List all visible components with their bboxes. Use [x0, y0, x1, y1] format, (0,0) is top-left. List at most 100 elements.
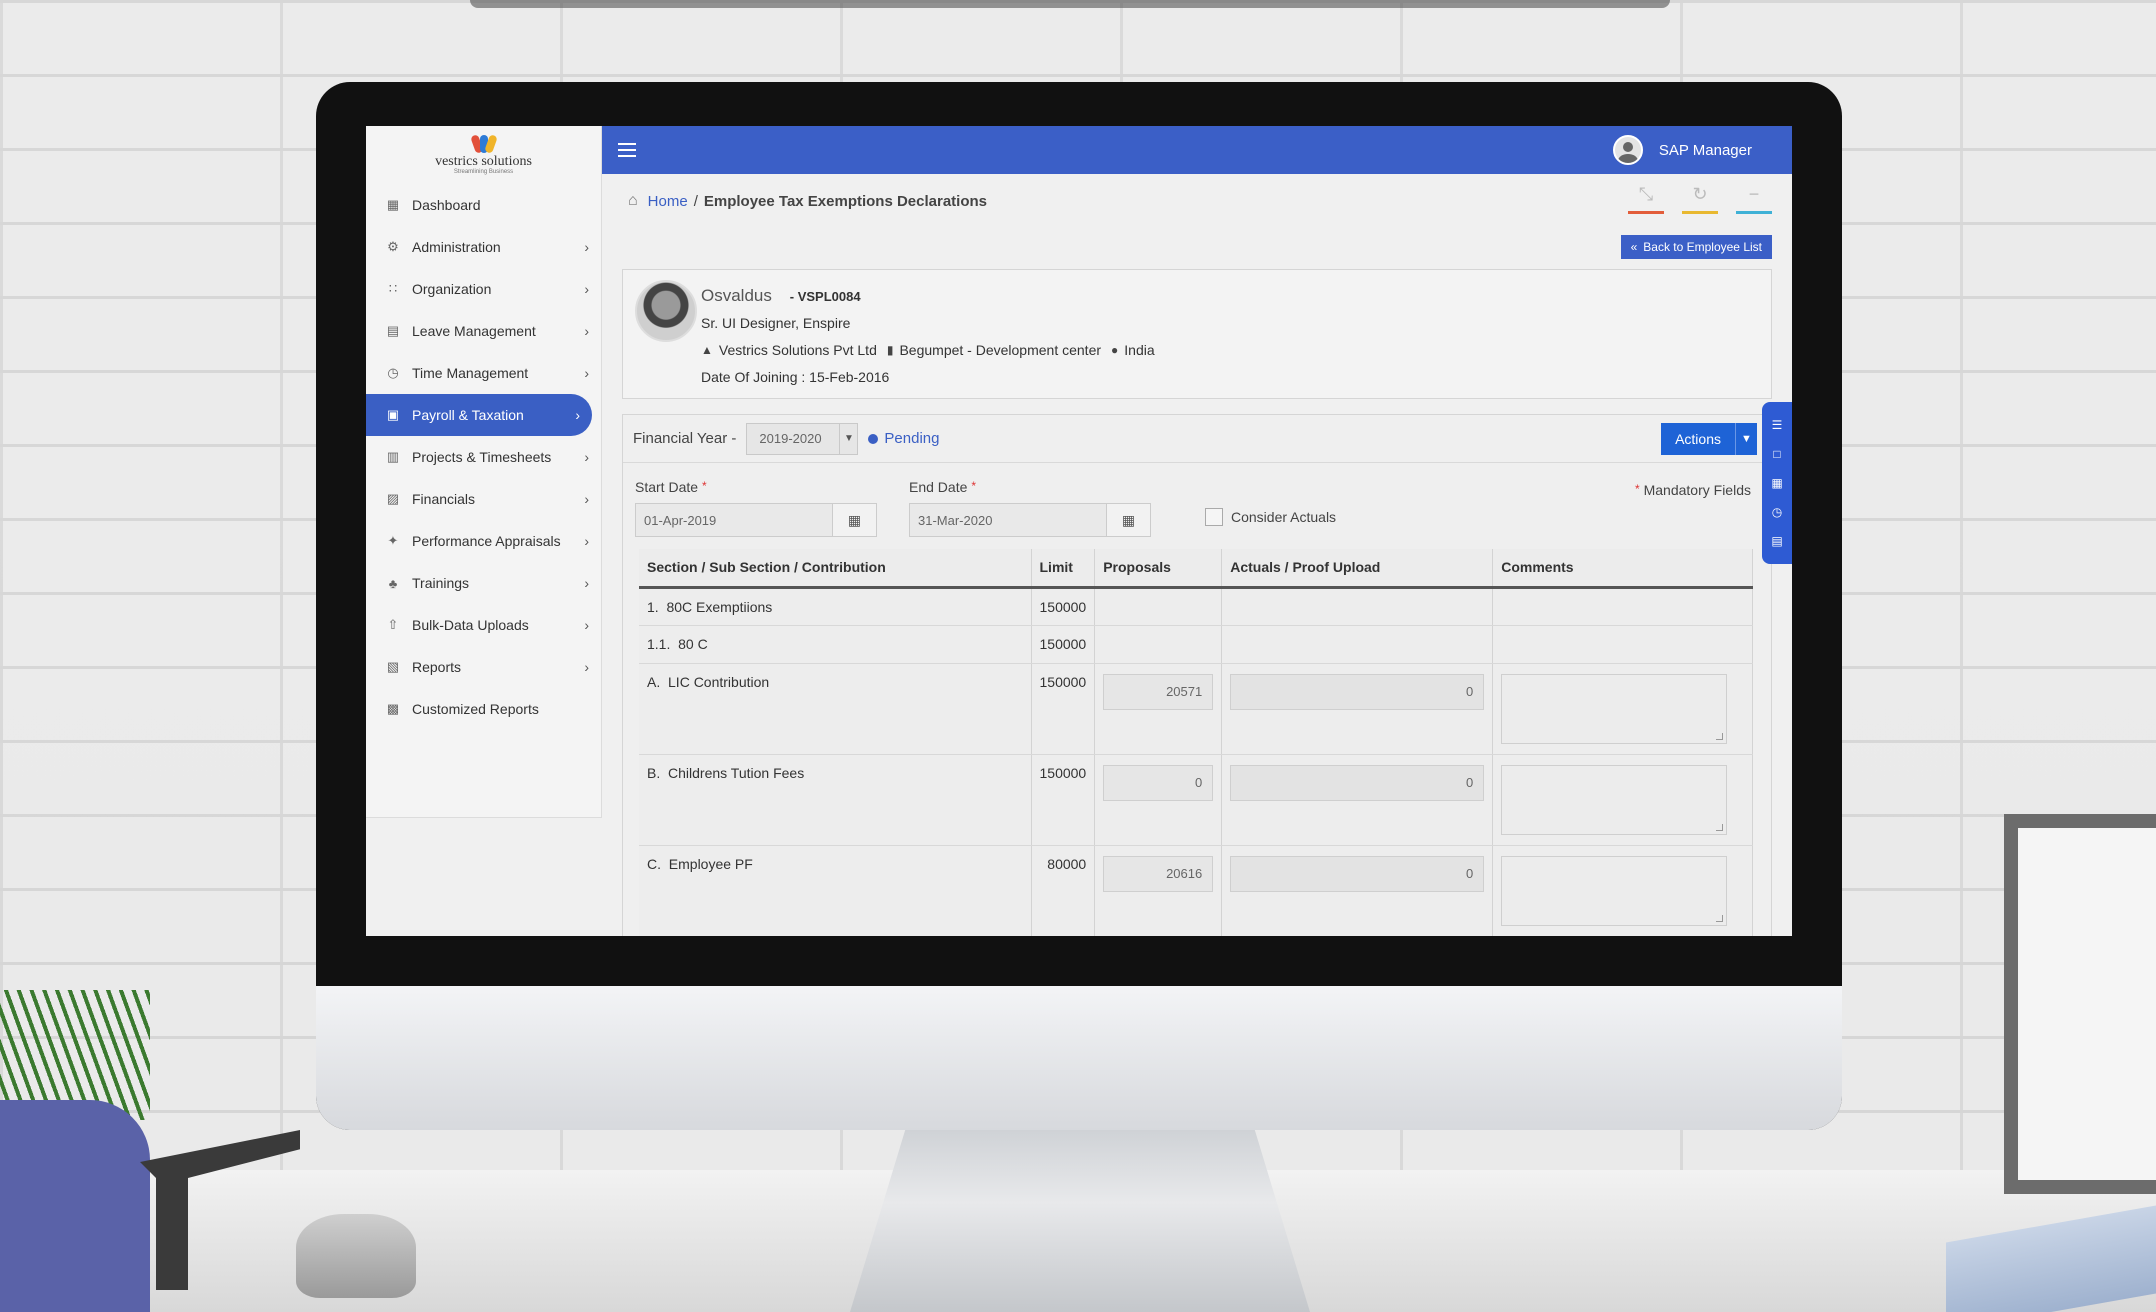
dashboard-icon: ▦ [386, 197, 400, 212]
table-row: B. Childrens Tution Fees 150000 0 0 [639, 754, 1753, 846]
comment-cell [1492, 587, 1753, 626]
status-dot-icon [868, 433, 879, 444]
reports-icon: ▧ [386, 659, 400, 674]
sidebar-item-organization[interactable]: ∷ Organization › [366, 268, 601, 310]
end-date-value: 31-Mar-2020 [918, 512, 993, 528]
document-icon[interactable]: □ [1773, 447, 1780, 461]
financials-icon: ▨ [386, 491, 400, 506]
proposal-input[interactable]: 20571 [1103, 673, 1214, 710]
header-limit: Limit [1031, 549, 1096, 589]
plant-pot [0, 1100, 150, 1312]
actual-input[interactable]: 0 [1230, 764, 1485, 801]
calendar-icon[interactable]: ▦ [832, 504, 876, 536]
comment-textarea[interactable] [1501, 673, 1728, 744]
row-label: Employee PF [668, 855, 753, 872]
refresh-icon[interactable]: ↻ [1682, 184, 1718, 214]
building-icon: ▮ [886, 343, 894, 357]
financial-year-select[interactable]: 2019-2020 ▼ [746, 422, 859, 455]
table-row: A. LIC Contribution 150000 20571 0 [639, 663, 1753, 755]
brand-logo[interactable]: vestrics solutions Streamlining Business [366, 126, 601, 184]
sidebar-item-time-management[interactable]: ◷ Time Management › [366, 352, 601, 394]
chevron-down-icon: ▼ [839, 423, 857, 454]
proposal-cell [1094, 587, 1223, 626]
collapse-icon[interactable]: − [1736, 184, 1772, 214]
row-number: 1.1. [647, 635, 671, 652]
comment-textarea[interactable] [1501, 855, 1728, 926]
status-text: Pending [884, 430, 940, 447]
proposal-cell: 20616 [1094, 845, 1223, 936]
back-to-employee-list-button[interactable]: « Back to Employee List [1620, 235, 1772, 259]
sidebar-item-reports[interactable]: ▧ Reports › [366, 646, 601, 688]
sidebar-item-leave-management[interactable]: ▤ Leave Management › [366, 310, 601, 352]
sidebar-item-trainings[interactable]: ♣ Trainings › [366, 562, 601, 604]
sidebar-item-label: Financials [412, 491, 476, 507]
list-icon[interactable]: ☰ [1772, 418, 1783, 432]
chevron-right-icon: › [584, 617, 589, 633]
section-cell: A. LIC Contribution [639, 663, 1032, 755]
employee-photo [635, 280, 697, 342]
calendar-icon[interactable]: ▦ [1771, 476, 1782, 490]
proposal-cell: 20571 [1094, 663, 1223, 755]
sidebar-item-label: Time Management [412, 365, 529, 381]
chevron-right-icon: › [584, 239, 589, 255]
actual-cell: 0 [1221, 845, 1494, 936]
sidebar-item-label: Reports [412, 659, 462, 675]
checkbox-box[interactable] [1205, 508, 1223, 526]
sidebar-item-performance-appraisals[interactable]: ✦ Performance Appraisals › [366, 520, 601, 562]
breadcrumb-home-link[interactable]: Home [648, 193, 688, 210]
consider-actuals-checkbox[interactable]: Consider Actuals [1205, 508, 1336, 526]
chevron-right-icon: › [584, 323, 589, 339]
comment-textarea[interactable] [1501, 764, 1728, 835]
proposal-input[interactable]: 20616 [1103, 855, 1214, 892]
proposal-input[interactable]: 0 [1103, 764, 1214, 801]
chevron-right-icon: › [584, 449, 589, 465]
chevron-right-icon: › [584, 575, 589, 591]
settings-icon: ⚙ [387, 239, 399, 254]
actual-input[interactable]: 0 [1230, 673, 1485, 710]
employee-org-row: ▲ Vestrics Solutions Pvt Ltd ▮ Begumpet … [701, 337, 1155, 364]
sidebar-item-financials[interactable]: ▨ Financials › [366, 478, 601, 520]
actions-dropdown-button[interactable]: Actions ▼ [1661, 423, 1757, 455]
sidebar-item-projects-timesheets[interactable]: ▥ Projects & Timesheets › [366, 436, 601, 478]
calendar-icon[interactable]: ▦ [1106, 504, 1150, 536]
appraisal-icon: ✦ [387, 533, 399, 548]
sidebar-menu: ▦ Dashboard ⚙ Administration › ∷ Organization ›… [366, 184, 601, 730]
sidebar-item-administration[interactable]: ⚙ Administration › [366, 226, 601, 268]
sidebar-item-dashboard[interactable]: ▦ Dashboard [366, 184, 601, 226]
header-comments: Comments [1492, 549, 1753, 589]
start-date-field[interactable]: 01-Apr-2019 ▦ [635, 503, 877, 537]
employee-card: Osvaldus - VSPL0084 Sr. UI Designer, Ens… [622, 269, 1772, 399]
sidebar-item-label: Dashboard [412, 197, 481, 213]
actual-input[interactable]: 0 [1230, 855, 1485, 892]
actual-cell: 0 [1221, 663, 1494, 755]
panel-tools: ⤡ ↻ − [1628, 184, 1772, 214]
breadcrumb: ⌂ Home / Employee Tax Exemptions Declara… [628, 192, 987, 210]
sidebar-item-customized-reports[interactable]: ▩ Customized Reports [366, 688, 601, 730]
end-date-field[interactable]: 31-Mar-2020 ▦ [909, 503, 1151, 537]
double-chevron-left-icon: « [1630, 240, 1638, 254]
sitemap-icon: ∷ [388, 281, 398, 296]
user-menu[interactable]: SAP Manager [1612, 135, 1752, 165]
main-content: ⌂ Home / Employee Tax Exemptions Declara… [602, 174, 1792, 936]
report-icon[interactable]: ▤ [1771, 534, 1782, 548]
sidebar-item-payroll-taxation[interactable]: ▣ Payroll & Taxation › [366, 394, 592, 436]
comment-cell [1492, 663, 1753, 755]
financial-year-label: Financial Year - [633, 430, 737, 447]
row-label: 80C Exemptiions [666, 598, 773, 615]
employee-designation: Sr. UI Designer, Enspire [701, 315, 851, 331]
header-section: Section / Sub Section / Contribution [639, 549, 1032, 589]
end-date-label: End Date * [909, 479, 976, 495]
sidebar-item-label: Performance Appraisals [412, 533, 561, 549]
user-avatar [1612, 135, 1643, 165]
start-date-label-text: Start Date [635, 479, 699, 495]
sidebar-item-label: Projects & Timesheets [412, 449, 552, 465]
employee-joining-date: Date Of Joining : 15-Feb-2016 [701, 369, 890, 385]
sidebar: vestrics solutions Streamlining Business… [366, 126, 602, 818]
hamburger-menu-icon[interactable] [618, 143, 636, 157]
fullscreen-icon[interactable]: ⤡ [1628, 184, 1664, 214]
clock-icon[interactable]: ◷ [1772, 505, 1782, 519]
home-icon[interactable]: ⌂ [628, 192, 638, 210]
section-cell: 1.1. 80 C [639, 625, 1032, 664]
sidebar-item-bulk-data-uploads[interactable]: ⇧ Bulk-Data Uploads › [366, 604, 601, 646]
declaration-panel: Financial Year - 2019-2020 ▼ Pending Act… [622, 414, 1772, 936]
